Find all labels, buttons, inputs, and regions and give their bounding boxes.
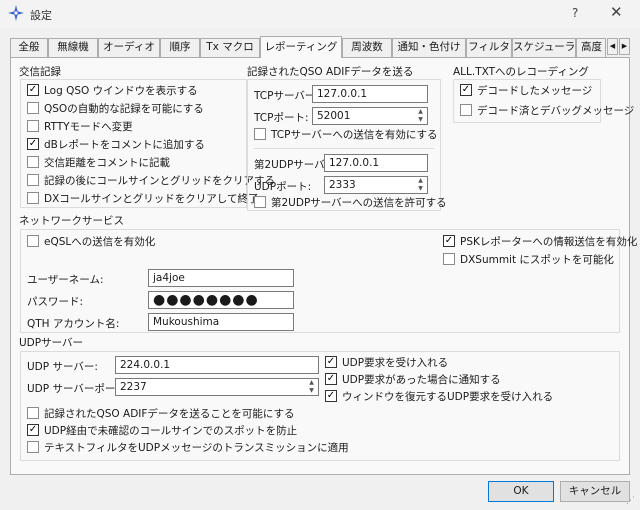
tab-notify-color[interactable]: 通知・色付け <box>392 38 466 57</box>
username-input[interactable]: ja4joe <box>148 269 294 287</box>
qth-input[interactable]: Mukoushima <box>148 313 294 331</box>
network-title: ネットワークサービス <box>19 215 124 227</box>
check-icon: ✓ <box>27 84 39 96</box>
tcp-port-input[interactable]: 52001 <box>312 107 428 125</box>
password-label: パスワード: <box>27 296 84 308</box>
tab-audio[interactable]: オーディオ <box>98 38 160 57</box>
udp-title: UDPサーバー <box>19 337 83 349</box>
spin-up-icon: ▲ <box>418 108 423 115</box>
help-icon[interactable]: ? <box>572 6 578 20</box>
tab-bar: 全般 無線機 オーディオ 順序 Tx マクロ レポーティング 周波数 通知・色付… <box>10 36 630 58</box>
spin-down-icon: ▼ <box>309 387 314 394</box>
log-qso-window-checkbox[interactable]: ✓ Log QSO ウインドウを表示する <box>27 84 198 99</box>
udp-server-label: UDP サーバー: <box>27 361 98 373</box>
udp2-enable-checkbox[interactable]: 第2UDPサーバーへの送信を許可する <box>254 196 447 211</box>
close-icon[interactable]: ✕ <box>610 3 623 21</box>
network-group: eQSLへの送信を有効化 ✓ PSKレポーターへの情報送信を有効化 DXSummi… <box>20 229 637 333</box>
tab-advanced[interactable]: 高度 <box>576 38 606 57</box>
tab-sequence[interactable]: 順序 <box>160 38 200 57</box>
debug-messages-checkbox[interactable]: デコード済とデバッグメッセージ <box>460 104 634 119</box>
udp-restore-checkbox[interactable]: ✓ ウィンドウを復元するUDP要求を受け入れる <box>325 390 553 405</box>
tab-tx-macro[interactable]: Tx マクロ <box>200 38 260 57</box>
logging-group: ✓ Log QSO ウインドウを表示する QSOの自動的な記録を可能にする RTT… <box>20 79 275 208</box>
tab-scheduler[interactable]: スケジューラ <box>512 38 576 57</box>
check-icon: ✓ <box>325 356 337 368</box>
tcp-server-label: TCPサーバー: <box>254 90 319 102</box>
tab-filter[interactable]: フィルタ <box>466 38 512 57</box>
udp2-port-label: UDPポート: <box>254 181 312 193</box>
udp-port-input[interactable]: 2237 <box>115 378 319 396</box>
adif-group: TCPサーバー: 127.0.0.1 TCPポート: 52001 ▲ ▼ TCPサ… <box>247 79 447 211</box>
rtty-mode-checkbox[interactable]: RTTYモードへ変更 <box>27 120 133 135</box>
udp-adif-send-checkbox[interactable]: 記録されたQSO ADIFデータを送ることを可能にする <box>27 407 295 422</box>
eqsl-checkbox[interactable]: eQSLへの送信を有効化 <box>27 235 155 250</box>
udp2-port-spinner[interactable]: ▲ ▼ <box>415 177 426 193</box>
db-report-checkbox[interactable]: ✓ dBレポートをコメントに追加する <box>27 138 205 153</box>
spin-down-icon: ▼ <box>418 185 423 192</box>
cancel-button[interactable]: キャンセル <box>560 481 630 502</box>
check-icon: ✓ <box>27 424 39 436</box>
udp-prevent-checkbox[interactable]: ✓ UDP経由で未確認のコールサインでのスポットを防止 <box>27 424 297 439</box>
udp2-server-label: 第2UDPサーバー <box>254 159 336 171</box>
decoded-messages-checkbox[interactable]: ✓ デコードしたメッセージ <box>460 84 592 99</box>
udp-accept-checkbox[interactable]: ✓ UDP要求を受け入れる <box>325 356 448 371</box>
adif-title: 記録されたQSO ADIFデータを送る <box>247 66 414 78</box>
clear-after-log-checkbox[interactable]: 記録の後にコールサインとグリッドをクリアする <box>27 174 275 189</box>
alltxt-title: ALL.TXTへのレコーディング <box>453 66 589 78</box>
tab-radio[interactable]: 無線機 <box>48 38 98 57</box>
check-icon: ✓ <box>460 84 472 96</box>
password-input[interactable]: ●●●●●●●● <box>148 291 294 309</box>
clear-dx-exit-checkbox[interactable]: DXコールサインとグリッドをクリアして終了 <box>27 192 258 207</box>
udp-server-input[interactable]: 224.0.0.1 <box>115 356 319 374</box>
app-icon <box>8 5 24 21</box>
udp-notify-checkbox[interactable]: ✓ UDP要求があった場合に通知する <box>325 373 501 388</box>
distance-comment-checkbox[interactable]: 交信距離をコメントに記載 <box>27 156 170 171</box>
resize-grip-icon[interactable]: ⋰ <box>626 496 635 506</box>
tab-general[interactable]: 全般 <box>10 38 48 57</box>
tcp-port-spinner[interactable]: ▲ ▼ <box>415 108 426 124</box>
spin-up-icon: ▲ <box>418 177 423 184</box>
alltxt-group: ✓ デコードしたメッセージ デコード済とデバッグメッセージ <box>453 79 634 123</box>
logging-title: 交信記録 <box>19 66 61 78</box>
udp-group: UDP サーバー: 224.0.0.1 UDP サーバーポート: 2237 ▲ ▼… <box>20 351 620 461</box>
udp-port-spinner[interactable]: ▲ ▼ <box>306 379 317 395</box>
reporting-panel: 交信記録 ✓ Log QSO ウインドウを表示する QSOの自動的な記録を可能にす… <box>10 57 637 475</box>
psk-reporter-checkbox[interactable]: ✓ PSKレポーターへの情報送信を有効化 <box>443 235 637 250</box>
udp2-port-input[interactable]: 2333 <box>324 176 428 194</box>
ok-button[interactable]: OK <box>488 481 554 502</box>
check-icon: ✓ <box>325 373 337 385</box>
tab-scroll-left-icon[interactable]: ◀ <box>607 38 618 55</box>
divider <box>254 148 434 149</box>
username-label: ユーザーネーム: <box>27 274 104 286</box>
auto-log-checkbox[interactable]: QSOの自動的な記録を可能にする <box>27 102 204 117</box>
tab-frequency[interactable]: 周波数 <box>342 38 392 57</box>
dxsummit-checkbox[interactable]: DXSummit にスポットを可能化 <box>443 253 614 268</box>
tcp-port-label: TCPポート: <box>254 112 309 124</box>
title-bar: 設定 ? ✕ <box>0 0 640 28</box>
tab-scroll-right-icon[interactable]: ▶ <box>619 38 630 55</box>
tab-reporting[interactable]: レポーティング <box>260 36 342 58</box>
tcp-enable-checkbox[interactable]: TCPサーバーへの送信を有効にする <box>254 128 437 143</box>
check-icon: ✓ <box>443 235 455 247</box>
check-icon: ✓ <box>27 138 39 150</box>
spin-down-icon: ▼ <box>418 116 423 123</box>
window-title: 設定 <box>30 9 52 22</box>
tcp-server-input[interactable]: 127.0.0.1 <box>312 85 428 103</box>
qth-label: QTH アカウント名: <box>27 318 120 330</box>
check-icon: ✓ <box>325 390 337 402</box>
spin-up-icon: ▲ <box>309 379 314 386</box>
udp-filter-checkbox[interactable]: テキストフィルタをUDPメッセージのトランスミッションに適用 <box>27 441 349 456</box>
udp2-server-input[interactable]: 127.0.0.1 <box>324 154 428 172</box>
